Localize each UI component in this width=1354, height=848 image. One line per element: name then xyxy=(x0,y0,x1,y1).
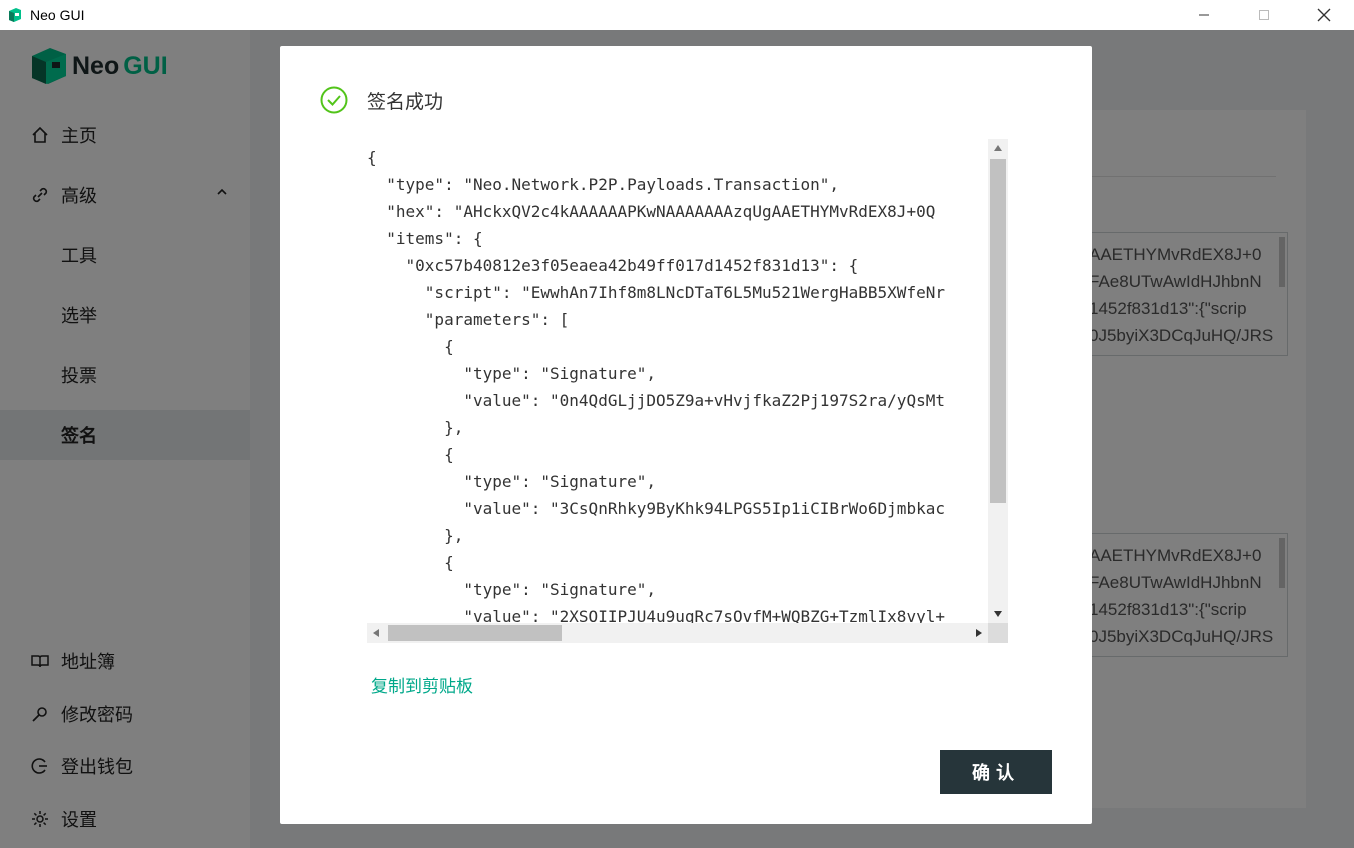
close-icon xyxy=(1317,8,1331,22)
scroll-right-button[interactable] xyxy=(970,623,988,643)
close-button[interactable] xyxy=(1294,0,1354,30)
triangle-down-icon xyxy=(994,611,1002,617)
code-line: "type": "Signature", xyxy=(367,472,656,491)
title-bar: Neo GUI xyxy=(0,0,1354,30)
code-line: { xyxy=(367,553,454,572)
code-line: "value": "3CsQnRhky9ByKhk94LPGS5Ip1iCIBr… xyxy=(367,499,945,518)
triangle-up-icon xyxy=(994,145,1002,151)
confirm-button[interactable]: 确认 xyxy=(940,750,1052,794)
copy-to-clipboard-link[interactable]: 复制到剪贴板 xyxy=(371,672,473,697)
minimize-button[interactable] xyxy=(1174,0,1234,30)
sign-success-dialog: 签名成功 { "type": "Neo.Network.P2P.Payloads… xyxy=(280,46,1092,824)
code-line: "value": "2XSOIIPJU4u9uqRc7sOvfM+WQBZG+T… xyxy=(367,607,945,623)
horizontal-scrollbar[interactable] xyxy=(367,623,988,643)
code-line: "type": "Signature", xyxy=(367,364,656,383)
code-line: { xyxy=(367,445,454,464)
scroll-left-button[interactable] xyxy=(367,623,385,643)
maximize-button[interactable] xyxy=(1234,0,1294,30)
json-content: { "type": "Neo.Network.P2P.Payloads.Tran… xyxy=(367,139,988,623)
scrollbar-corner xyxy=(988,623,1008,643)
window-title: Neo GUI xyxy=(30,7,85,23)
code-line: { xyxy=(367,337,454,356)
triangle-left-icon xyxy=(373,629,379,637)
code-line: "type": "Neo.Network.P2P.Payloads.Transa… xyxy=(367,175,840,194)
minimize-icon xyxy=(1199,14,1209,16)
dialog-header: 签名成功 xyxy=(320,86,443,114)
dialog-title: 签名成功 xyxy=(367,90,444,113)
horizontal-scroll-thumb[interactable] xyxy=(388,625,562,641)
transaction-json-box[interactable]: { "type": "Neo.Network.P2P.Payloads.Tran… xyxy=(367,139,1008,643)
code-line: "value": "0n4QdGLjjDO5Z9a+vHvjfkaZ2Pj197… xyxy=(367,391,945,410)
code-line: "hex": "AHckxQV2c4kAAAAAAPKwNAAAAAAAzqUg… xyxy=(367,202,936,221)
code-line: "parameters": [ xyxy=(367,310,570,329)
code-line: }, xyxy=(367,418,464,437)
maximize-icon xyxy=(1259,10,1269,20)
code-line: "script": "EwwhAn7Ihf8m8LNcDTaT6L5Mu521W… xyxy=(367,283,945,302)
code-line: "items": { xyxy=(367,229,483,248)
scroll-up-button[interactable] xyxy=(988,139,1008,157)
check-circle-icon xyxy=(320,86,348,114)
code-line: "type": "Signature", xyxy=(367,580,656,599)
triangle-right-icon xyxy=(976,629,982,637)
code-line: "0xc57b40812e3f05eaea42b49ff017d1452f831… xyxy=(367,256,859,275)
vertical-scrollbar[interactable] xyxy=(988,139,1008,623)
code-line: }, xyxy=(367,526,464,545)
code-line: { xyxy=(367,148,377,167)
scroll-down-button[interactable] xyxy=(988,605,1008,623)
app-icon xyxy=(9,8,21,22)
vertical-scroll-thumb[interactable] xyxy=(990,159,1006,503)
